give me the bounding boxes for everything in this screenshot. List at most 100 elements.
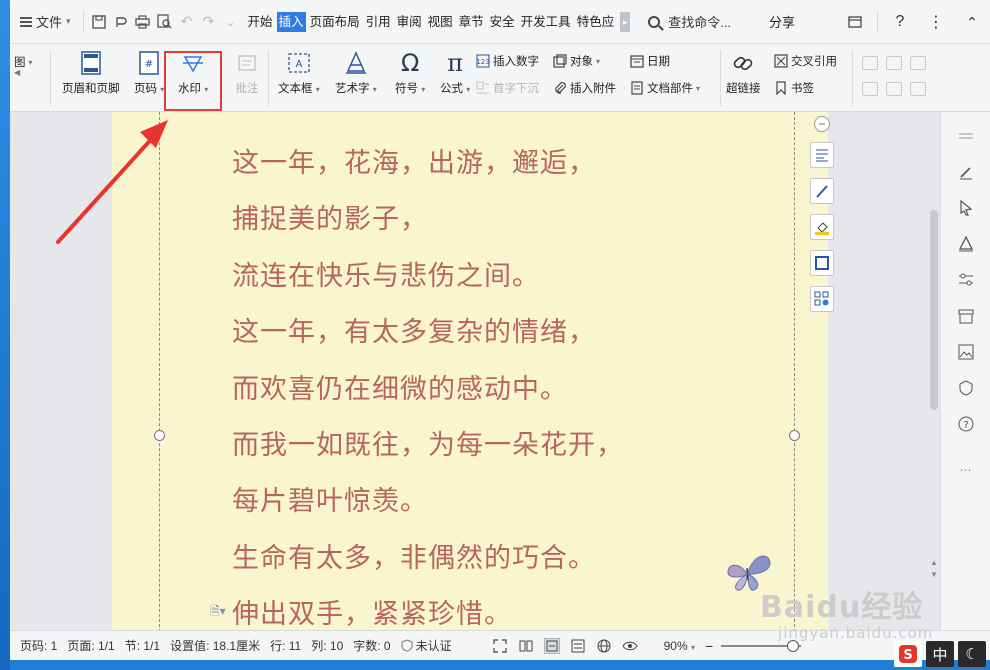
tab-scroll-right-icon[interactable]: ▸	[620, 11, 631, 32]
status-bar: 页码: 1 页面: 1/1 节: 1/1 设置值: 18.1厘米 行: 11 列…	[10, 630, 990, 660]
status-cert[interactable]: 未认证	[401, 637, 452, 654]
document-icon[interactable]: 🗎▾	[210, 602, 226, 623]
scrollbar-thumb[interactable]	[930, 210, 938, 410]
image-control-icon[interactable]	[910, 56, 926, 70]
symbol-button[interactable]: Ω 符号 ▾	[395, 49, 425, 96]
collapse-toolbar-icon[interactable]: −	[814, 116, 830, 132]
eye-protection-icon[interactable]	[622, 638, 638, 654]
tab-special-apps[interactable]: 特色应	[575, 12, 617, 32]
zoom-out-icon[interactable]: −	[705, 638, 713, 654]
shield-icon[interactable]	[951, 370, 981, 406]
tab-review[interactable]: 审阅	[395, 12, 424, 32]
web-view-icon[interactable]	[596, 638, 612, 654]
document-page[interactable]: 这一年，花海，出游，邂逅， 捕捉美的影子， 流连在快乐与悲伤之间。 这一年，有太…	[112, 112, 834, 630]
help-icon[interactable]: ?	[882, 0, 918, 44]
ime-mode-label[interactable]: 中	[926, 641, 954, 667]
more-chevron-icon[interactable]: ⌄	[220, 11, 242, 33]
file-menu-button[interactable]: 文件 ▾	[10, 12, 79, 31]
panel-handle-icon[interactable]	[951, 118, 981, 154]
scroll-up-icon[interactable]: ▲	[930, 558, 938, 567]
help-circle-icon[interactable]: ?	[951, 406, 981, 442]
doc-parts-button[interactable]: 文档部件 ▾	[630, 80, 700, 96]
hyperlink-button[interactable]: 超链接	[726, 50, 761, 96]
textbox-button[interactable]: A 文本框 ▾	[278, 50, 320, 96]
zoom-level[interactable]: 90% ▾	[664, 639, 695, 653]
brush-icon[interactable]	[810, 178, 834, 204]
vertical-scrollbar[interactable]: ▲ ▼	[928, 112, 940, 630]
command-search[interactable]: 查找命令...	[648, 12, 731, 31]
print-icon[interactable]	[132, 11, 154, 33]
moon-icon[interactable]: ☾	[958, 641, 986, 667]
style-icon[interactable]	[951, 154, 981, 190]
right-margin-guide	[794, 112, 795, 630]
divider	[50, 50, 51, 106]
checkbox-control-icon[interactable]	[886, 56, 902, 70]
scroll-down-icon[interactable]: ▼	[930, 570, 938, 579]
print-preview-icon[interactable]	[154, 11, 176, 33]
status-word-count[interactable]: 字数: 0	[353, 637, 390, 654]
object-button[interactable]: 对象 ▾	[553, 53, 600, 69]
command-search-label: 查找命令...	[668, 15, 732, 30]
page-number-button[interactable]: # 页码 ▾	[134, 50, 164, 96]
bookmark-button[interactable]: 书签	[774, 80, 814, 96]
fullscreen-icon[interactable]	[492, 638, 508, 654]
date-label: 日期	[647, 56, 670, 68]
status-page-code: 页码: 1	[20, 639, 58, 653]
lock-control-icon[interactable]	[886, 82, 902, 96]
tab-insert[interactable]: 插入	[276, 11, 306, 32]
text-format-icon[interactable]	[810, 142, 834, 168]
tab-developer[interactable]: 开发工具	[519, 12, 573, 32]
insert-attachment-button[interactable]: 插入附件	[553, 80, 616, 96]
pi-icon: π	[447, 49, 463, 77]
drop-cap-button[interactable]: 首字下沉	[476, 80, 539, 96]
zoom-slider[interactable]	[721, 639, 802, 652]
poem-line: 流连在快乐与悲伤之间。	[232, 260, 540, 292]
left-resize-handle[interactable]	[154, 430, 165, 441]
poem-line: 而欢喜仍在细微的感动中。	[232, 373, 568, 405]
butterfly-image[interactable]	[724, 550, 772, 594]
sogou-ime-icon[interactable]: S	[894, 641, 922, 667]
tab-home[interactable]: 开始	[246, 12, 275, 32]
select-cursor-icon[interactable]	[951, 190, 981, 226]
insert-number-button[interactable]: 123 插入数字	[476, 53, 539, 69]
settings-sliders-icon[interactable]	[951, 262, 981, 298]
page-view-icon[interactable]	[543, 637, 560, 654]
form-control-icon[interactable]	[862, 56, 878, 70]
more-horizontal-icon[interactable]: ⋯	[951, 452, 981, 488]
wordart-button[interactable]: 艺术字 ▾	[335, 50, 377, 96]
more-icon[interactable]: ⋮	[918, 0, 954, 44]
reading-view-icon[interactable]	[518, 638, 534, 654]
undo-icon[interactable]: ↶	[176, 11, 198, 33]
frame-control-icon[interactable]	[862, 82, 878, 96]
poem-text[interactable]: 这一年，花海，出游，邂逅， 捕捉美的影子， 流连在快乐与悲伤之间。 这一年，有太…	[232, 144, 624, 630]
ribbon-scroll-left-icon[interactable]: ◀	[14, 68, 20, 77]
output-icon[interactable]	[110, 11, 132, 33]
tab-view[interactable]: 视图	[426, 12, 455, 32]
outline-view-icon[interactable]	[570, 638, 586, 654]
save-icon[interactable]	[88, 11, 110, 33]
image-icon[interactable]	[951, 334, 981, 370]
header-footer-icon	[78, 50, 104, 76]
cross-reference-button[interactable]: 交叉引用	[774, 53, 837, 69]
collapse-panel-icon[interactable]	[837, 0, 873, 44]
tab-security[interactable]: 安全	[488, 12, 517, 32]
fill-color-icon[interactable]	[810, 214, 834, 240]
tab-section[interactable]: 章节	[457, 12, 486, 32]
collapse-ribbon-icon[interactable]: ⌃	[954, 0, 990, 44]
share-button[interactable]: 分享	[769, 12, 795, 31]
header-footer-button[interactable]: 页眉和页脚	[62, 50, 120, 96]
right-resize-handle[interactable]	[789, 430, 800, 441]
tab-page-layout[interactable]: 页面布局	[308, 12, 362, 32]
border-icon[interactable]	[810, 250, 834, 276]
text-style-icon[interactable]	[951, 226, 981, 262]
comment-button[interactable]: 批注	[234, 50, 260, 96]
layout-options-icon[interactable]	[810, 286, 834, 312]
date-button[interactable]: 日期	[630, 53, 670, 69]
archive-icon[interactable]	[951, 298, 981, 334]
watermark-highlight-box	[164, 51, 222, 111]
tab-references[interactable]: 引用	[364, 12, 393, 32]
redo-icon[interactable]: ↷	[198, 11, 220, 33]
formula-button[interactable]: π 公式 ▾	[440, 49, 470, 96]
dropdown-control-icon[interactable]	[910, 82, 926, 96]
zoom-slider-knob[interactable]	[787, 639, 800, 652]
